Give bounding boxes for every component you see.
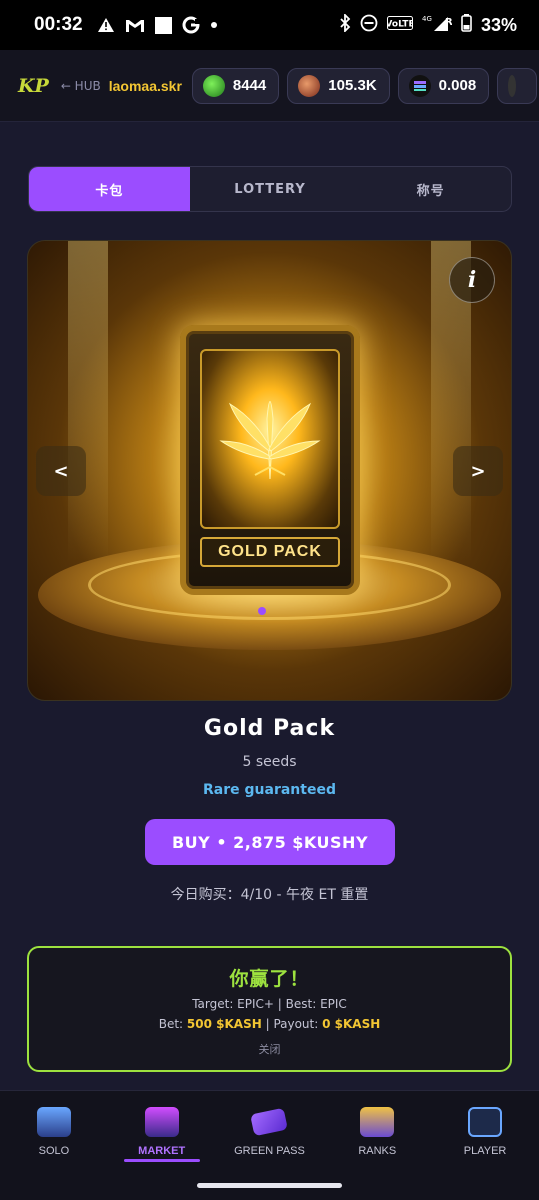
balance-sol-value: 0.008 bbox=[438, 77, 477, 94]
do-not-disturb-icon bbox=[360, 14, 378, 37]
gold-pack-card[interactable]: GOLD PACK bbox=[180, 325, 360, 595]
close-result-button[interactable]: 关闭 bbox=[29, 1041, 510, 1057]
balance-green[interactable]: 8444 bbox=[191, 67, 280, 104]
result-headline: 你赢了！ bbox=[229, 968, 310, 990]
carousel-prev-button[interactable]: < bbox=[36, 446, 86, 496]
solana-icon bbox=[408, 74, 431, 97]
bottom-navigation: SOLO MARKET GREEN PASS RANKS PLAYER bbox=[0, 1090, 539, 1200]
pack-carousel: GOLD PACK < > i bbox=[27, 240, 512, 701]
hub-header: KP ← HUB laomaa.skr 8444 105.3K 0.008 bbox=[0, 50, 539, 122]
result-target-line: Target: EPIC+ | Best: EPIC bbox=[192, 997, 347, 1011]
result-bet-line: Bet: 500 $KASH | Payout: 0 $KASH bbox=[29, 1017, 510, 1031]
balance-kush[interactable]: 105.3K bbox=[287, 67, 390, 104]
ticket-icon bbox=[250, 1107, 289, 1137]
tab-packs[interactable]: 卡包 bbox=[29, 167, 190, 211]
app-logo[interactable]: KP bbox=[18, 75, 49, 97]
bet-value: 500 $KASH bbox=[186, 1017, 262, 1031]
nav-ranks-label: RANKS bbox=[358, 1145, 397, 1157]
signal-4g-icon: 4G R bbox=[422, 14, 453, 37]
system-home-indicator[interactable] bbox=[197, 1183, 342, 1188]
nav-player[interactable]: PLAYER bbox=[431, 1091, 539, 1200]
status-time: 00:32 bbox=[34, 14, 83, 35]
bet-label: Bet: bbox=[158, 1017, 187, 1031]
bluetooth-icon bbox=[339, 12, 351, 37]
nav-solo[interactable]: SOLO bbox=[0, 1091, 108, 1200]
payout-value: 0 $KASH bbox=[322, 1017, 381, 1031]
tab-lottery[interactable]: LOTTERY bbox=[190, 167, 351, 211]
cannabis-leaf-icon bbox=[219, 401, 321, 480]
tab-titles[interactable]: 称号 bbox=[350, 167, 511, 211]
more-coin-icon bbox=[508, 74, 517, 97]
battery-icon bbox=[461, 13, 472, 37]
balance-kush-value: 105.3K bbox=[328, 77, 377, 94]
daily-purchase-limit: 今日购买：4/10 - 午夜 ET 重置 bbox=[170, 887, 369, 903]
green-coin-icon bbox=[202, 74, 225, 97]
svg-text:VoLTE: VoLTE bbox=[387, 20, 413, 30]
shop-icon bbox=[144, 1107, 179, 1137]
warning-icon bbox=[97, 17, 115, 33]
pack-rarity: Rare guaranteed bbox=[203, 782, 336, 798]
nav-solo-label: SOLO bbox=[38, 1145, 70, 1157]
nav-market-label: MARKET bbox=[138, 1145, 186, 1157]
username[interactable]: laomaa.skr bbox=[109, 78, 182, 94]
volte-icon: VoLTE bbox=[385, 15, 415, 35]
pack-seeds: 5 seeds bbox=[242, 754, 297, 770]
back-to-hub-link[interactable]: ← HUB bbox=[61, 79, 101, 93]
player-profile-icon bbox=[468, 1107, 503, 1137]
market-screen: 卡包 LOTTERY 称号 GOLD PACK < > i Gold Pack … bbox=[0, 122, 539, 1090]
notification-dot-icon bbox=[210, 21, 218, 29]
nav-green-pass-label: GREEN PASS bbox=[234, 1145, 305, 1157]
system-status-bar: 00:32 VoLTE 4G R 33% bbox=[0, 0, 539, 50]
gmail-icon bbox=[125, 18, 145, 33]
battery-percent: 33% bbox=[480, 14, 517, 35]
payout-label: | Payout: bbox=[261, 1017, 323, 1031]
gift-box-icon bbox=[36, 1107, 71, 1137]
card-art bbox=[200, 349, 340, 529]
balance-more[interactable] bbox=[497, 67, 538, 104]
info-button[interactable]: i bbox=[449, 257, 495, 303]
result-panel: 你赢了！ Target: EPIC+ | Best: EPIC Bet: 500… bbox=[27, 946, 512, 1072]
nav-player-label: PLAYER bbox=[463, 1145, 507, 1157]
google-icon bbox=[182, 16, 200, 34]
buy-button[interactable]: BUY • 2,875 $KUSHY bbox=[145, 819, 395, 865]
balance-green-value: 8444 bbox=[232, 77, 267, 94]
trophy-icon bbox=[360, 1107, 395, 1137]
square-app-icon bbox=[154, 16, 172, 34]
svg-text:R: R bbox=[445, 17, 452, 28]
carousel-next-button[interactable]: > bbox=[453, 446, 503, 496]
kush-coin-icon bbox=[298, 74, 321, 97]
svg-text:4G: 4G bbox=[422, 15, 432, 23]
market-tabs: 卡包 LOTTERY 称号 bbox=[28, 166, 512, 212]
carousel-indicator[interactable] bbox=[258, 607, 266, 615]
card-label: GOLD PACK bbox=[200, 537, 340, 567]
balance-sol[interactable]: 0.008 bbox=[397, 67, 490, 104]
pack-title: Gold Pack bbox=[203, 716, 336, 741]
